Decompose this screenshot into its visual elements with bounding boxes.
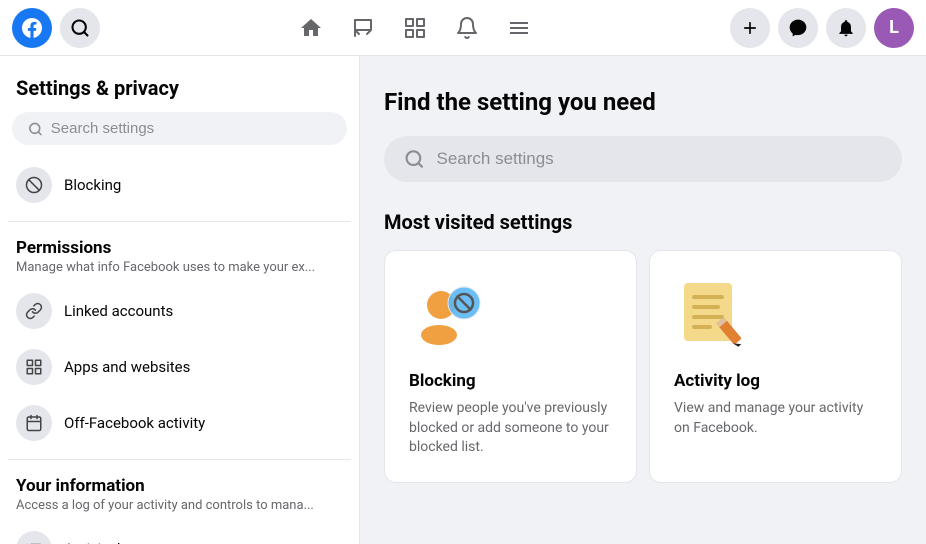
calendar-icon (16, 405, 52, 441)
blocking-card-icon (409, 275, 489, 355)
user-avatar[interactable]: L (874, 8, 914, 48)
sidebar-item-label: Blocking (64, 176, 121, 194)
content-title: Find the setting you need (384, 88, 902, 116)
nav-center (108, 6, 722, 50)
sidebar-item-label: Off-Facebook activity (64, 414, 205, 432)
activity-log-card-icon (674, 275, 754, 355)
divider-1 (8, 221, 351, 222)
permissions-section-desc: Manage what info Facebook uses to make y… (8, 260, 351, 283)
blocking-card-title: Blocking (409, 371, 612, 391)
sidebar-item-apps-websites[interactable]: Apps and websites (8, 339, 351, 395)
link-icon (16, 293, 52, 329)
main-area: Settings & privacy Blocking Permissions … (0, 56, 926, 544)
divider-2 (8, 459, 351, 460)
most-visited-title: Most visited settings (384, 210, 902, 234)
sidebar-search-box[interactable] (12, 112, 347, 145)
sidebar-search-input[interactable] (51, 120, 331, 137)
nav-right: L (730, 8, 914, 48)
blocking-icon (16, 167, 52, 203)
create-button[interactable] (730, 8, 770, 48)
your-info-section-title: Your information (8, 468, 351, 498)
nav-menu-button[interactable] (495, 6, 543, 50)
sidebar-search-icon (28, 121, 43, 137)
sidebar-item-blocking[interactable]: Blocking (8, 157, 351, 213)
sidebar: Settings & privacy Blocking Permissions … (0, 56, 360, 544)
permissions-section-title: Permissions (8, 230, 351, 260)
main-content: Find the setting you need Most visited s… (360, 56, 926, 544)
nav-search-button[interactable] (60, 8, 100, 48)
main-search-box[interactable] (384, 136, 902, 182)
nav-watch-button[interactable] (443, 6, 491, 50)
notifications-button[interactable] (826, 8, 866, 48)
top-navigation: L (0, 0, 926, 56)
sidebar-item-label: Apps and websites (64, 358, 190, 376)
card-activity-log[interactable]: Activity log View and manage your activi… (649, 250, 902, 483)
nav-home-button[interactable] (287, 6, 335, 50)
sidebar-item-linked-accounts[interactable]: Linked accounts (8, 283, 351, 339)
facebook-logo[interactable] (12, 8, 52, 48)
activity-log-card-desc: View and manage your activity on Faceboo… (674, 399, 877, 438)
cards-grid: Blocking Review people you've previously… (384, 250, 902, 483)
activity-log-card-title: Activity log (674, 371, 877, 391)
sidebar-item-activity-log[interactable]: Activity log (8, 521, 351, 544)
messenger-button[interactable] (778, 8, 818, 48)
sidebar-item-off-facebook[interactable]: Off-Facebook activity (8, 395, 351, 451)
blocking-card-desc: Review people you've previously blocked … (409, 399, 612, 458)
card-blocking[interactable]: Blocking Review people you've previously… (384, 250, 637, 483)
sidebar-item-label: Linked accounts (64, 302, 173, 320)
nav-marketplace-button[interactable] (391, 6, 439, 50)
main-search-input[interactable] (437, 149, 883, 169)
nav-pages-button[interactable] (339, 6, 387, 50)
your-info-section-desc: Access a log of your activity and contro… (8, 498, 351, 521)
sidebar-item-label: Activity log (64, 540, 137, 544)
apps-icon (16, 349, 52, 385)
list-icon (16, 531, 52, 544)
sidebar-title: Settings & privacy (8, 68, 351, 112)
main-search-icon (404, 148, 425, 170)
nav-left (12, 8, 100, 48)
